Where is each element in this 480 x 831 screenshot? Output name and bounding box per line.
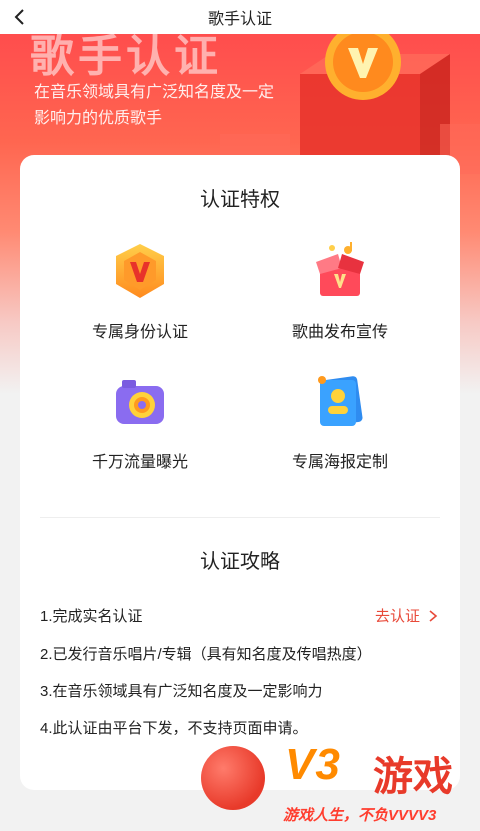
poster-icon xyxy=(318,376,363,426)
watermark-brand: V3 xyxy=(285,740,341,789)
chevron-left-icon[interactable] xyxy=(10,7,30,27)
privilege-label: 专属海报定制 xyxy=(291,454,388,471)
info-card: 认证特权 专属身份认证 歌曲发布宣传 千万流量曝光 专属海报定制 认证攻略 1.… xyxy=(20,155,460,790)
privilege-label: 专属身份认证 xyxy=(91,324,188,341)
privilege-label: 歌曲发布宣传 xyxy=(291,324,388,341)
section-divider xyxy=(40,517,440,518)
v-badge-icon xyxy=(116,244,164,298)
privilege-label: 千万流量曝光 xyxy=(91,454,188,471)
page-title: 歌手认证 xyxy=(207,11,272,28)
watermark-name: 游戏 xyxy=(373,755,453,799)
privilege-exposure: 千万流量曝光 xyxy=(50,370,230,472)
v-trophy-illustration xyxy=(220,34,480,174)
guide-step-4: 4.此认证由平台下发，不支持页面申请。 xyxy=(40,720,308,737)
go-verify-label: 去认证 xyxy=(374,608,420,625)
camera-icon xyxy=(116,380,164,424)
guide-title: 认证攻略 xyxy=(200,551,280,573)
guide-step-2: 2.已发行音乐唱片/专辑（具有知名度及传唱热度） xyxy=(40,646,372,663)
privilege-identity: 专属身份认证 xyxy=(50,240,230,342)
privilege-promotion: 歌曲发布宣传 xyxy=(250,240,430,342)
privileges-title: 认证特权 xyxy=(200,189,280,211)
watermark-logo: V3 游戏 游戏人生，不负VVVV3 xyxy=(195,740,480,831)
guide-step-3: 3.在音乐领域具有广泛知名度及一定影响力 xyxy=(40,683,323,700)
watermark-slogan: 游戏人生，不负VVVV3 xyxy=(283,807,437,824)
go-verify-button[interactable]: 去认证 xyxy=(375,605,440,626)
music-note-icon xyxy=(201,746,265,810)
hero-title: 歌手认证 xyxy=(30,34,222,81)
privilege-poster: 专属海报定制 xyxy=(250,370,430,472)
gift-box-icon xyxy=(316,242,364,296)
chevron-right-icon xyxy=(429,609,438,622)
top-bar: 歌手认证 xyxy=(0,0,480,34)
guide-step-1: 1.完成实名认证 xyxy=(40,608,143,625)
